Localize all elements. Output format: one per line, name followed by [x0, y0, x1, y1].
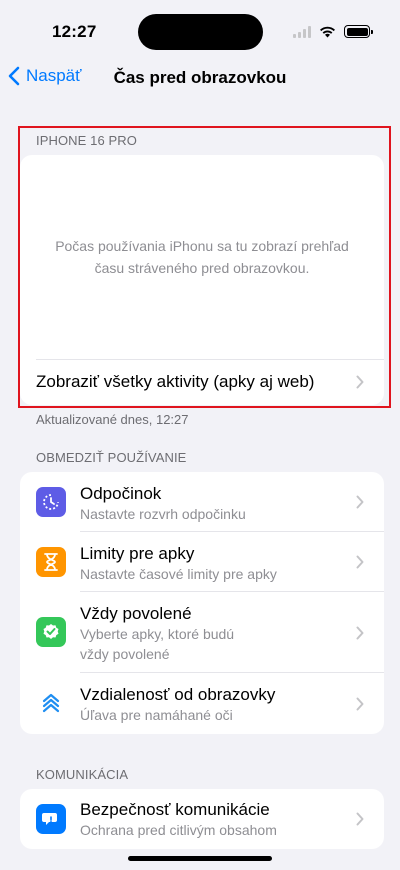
chevrons-up-icon: [36, 688, 66, 718]
updated-note: Aktualizované dnes, 12:27: [36, 412, 189, 427]
list-item-app-limits[interactable]: Limity pre apky Nastavte časové limity p…: [20, 532, 384, 592]
section-header-communication: KOMUNIKÁCIA: [36, 767, 129, 782]
highlight-box: [18, 126, 391, 408]
page-title: Čas pred obrazovkou: [113, 68, 287, 87]
list-item-always-allowed[interactable]: Vždy povolené Vyberte apky, ktoré budú v…: [20, 592, 384, 673]
chevron-right-icon: [356, 626, 364, 639]
chevron-right-icon: [356, 812, 364, 826]
list-item-title: Odpočinok: [80, 484, 162, 503]
section-header-limit-usage: OBMEDZIŤ POUŽÍVANIE: [36, 450, 187, 465]
status-time: 12:27: [52, 22, 97, 41]
home-indicator[interactable]: [128, 856, 272, 861]
cellular-signal-icon: [293, 25, 311, 38]
chevron-right-icon: [356, 555, 364, 569]
list-item-subtitle: Úľava pre namáhané oči: [80, 707, 233, 723]
list-item-subtitle-line2: vždy povolené: [80, 646, 170, 662]
checkmark-shield-icon: [36, 617, 66, 647]
communication-card: Bezpečnosť komunikácie Ochrana pred citl…: [20, 789, 384, 849]
battery-icon: [344, 25, 373, 38]
dynamic-island: [138, 14, 263, 50]
list-item-subtitle: Nastavte rozvrh odpočinku: [80, 506, 246, 522]
list-item-title: Vzdialenosť od obrazovky: [80, 685, 276, 704]
list-item-communication-safety[interactable]: Bezpečnosť komunikácie Ochrana pred citl…: [20, 789, 384, 849]
downtime-icon: [36, 487, 66, 517]
list-item-subtitle-line1: Vyberte apky, ktoré budú: [80, 626, 235, 642]
list-item-title: Bezpečnosť komunikácie: [80, 800, 270, 819]
list-item-subtitle: Ochrana pred citlivým obsahom: [80, 822, 277, 838]
list-item-title: Limity pre apky: [80, 544, 195, 563]
chevron-right-icon: [356, 697, 364, 710]
hourglass-icon: [36, 547, 66, 577]
list-item-downtime[interactable]: Odpočinok Nastavte rozvrh odpočinku: [20, 472, 384, 532]
status-icons: [293, 25, 373, 38]
chat-bubble-icon: [36, 804, 66, 834]
list-item-subtitle: Nastavte časové limity pre apky: [80, 566, 277, 582]
list-item-screen-distance[interactable]: Vzdialenosť od obrazovky Úľava pre namáh…: [20, 673, 384, 734]
list-item-title: Vždy povolené: [80, 604, 192, 623]
navigation-bar: Naspäť Čas pred obrazovkou: [0, 60, 400, 96]
chevron-right-icon: [356, 495, 364, 509]
limit-usage-card: Odpočinok Nastavte rozvrh odpočinku Limi…: [20, 472, 384, 734]
wifi-icon: [320, 26, 335, 37]
status-bar: 12:27: [0, 0, 400, 60]
